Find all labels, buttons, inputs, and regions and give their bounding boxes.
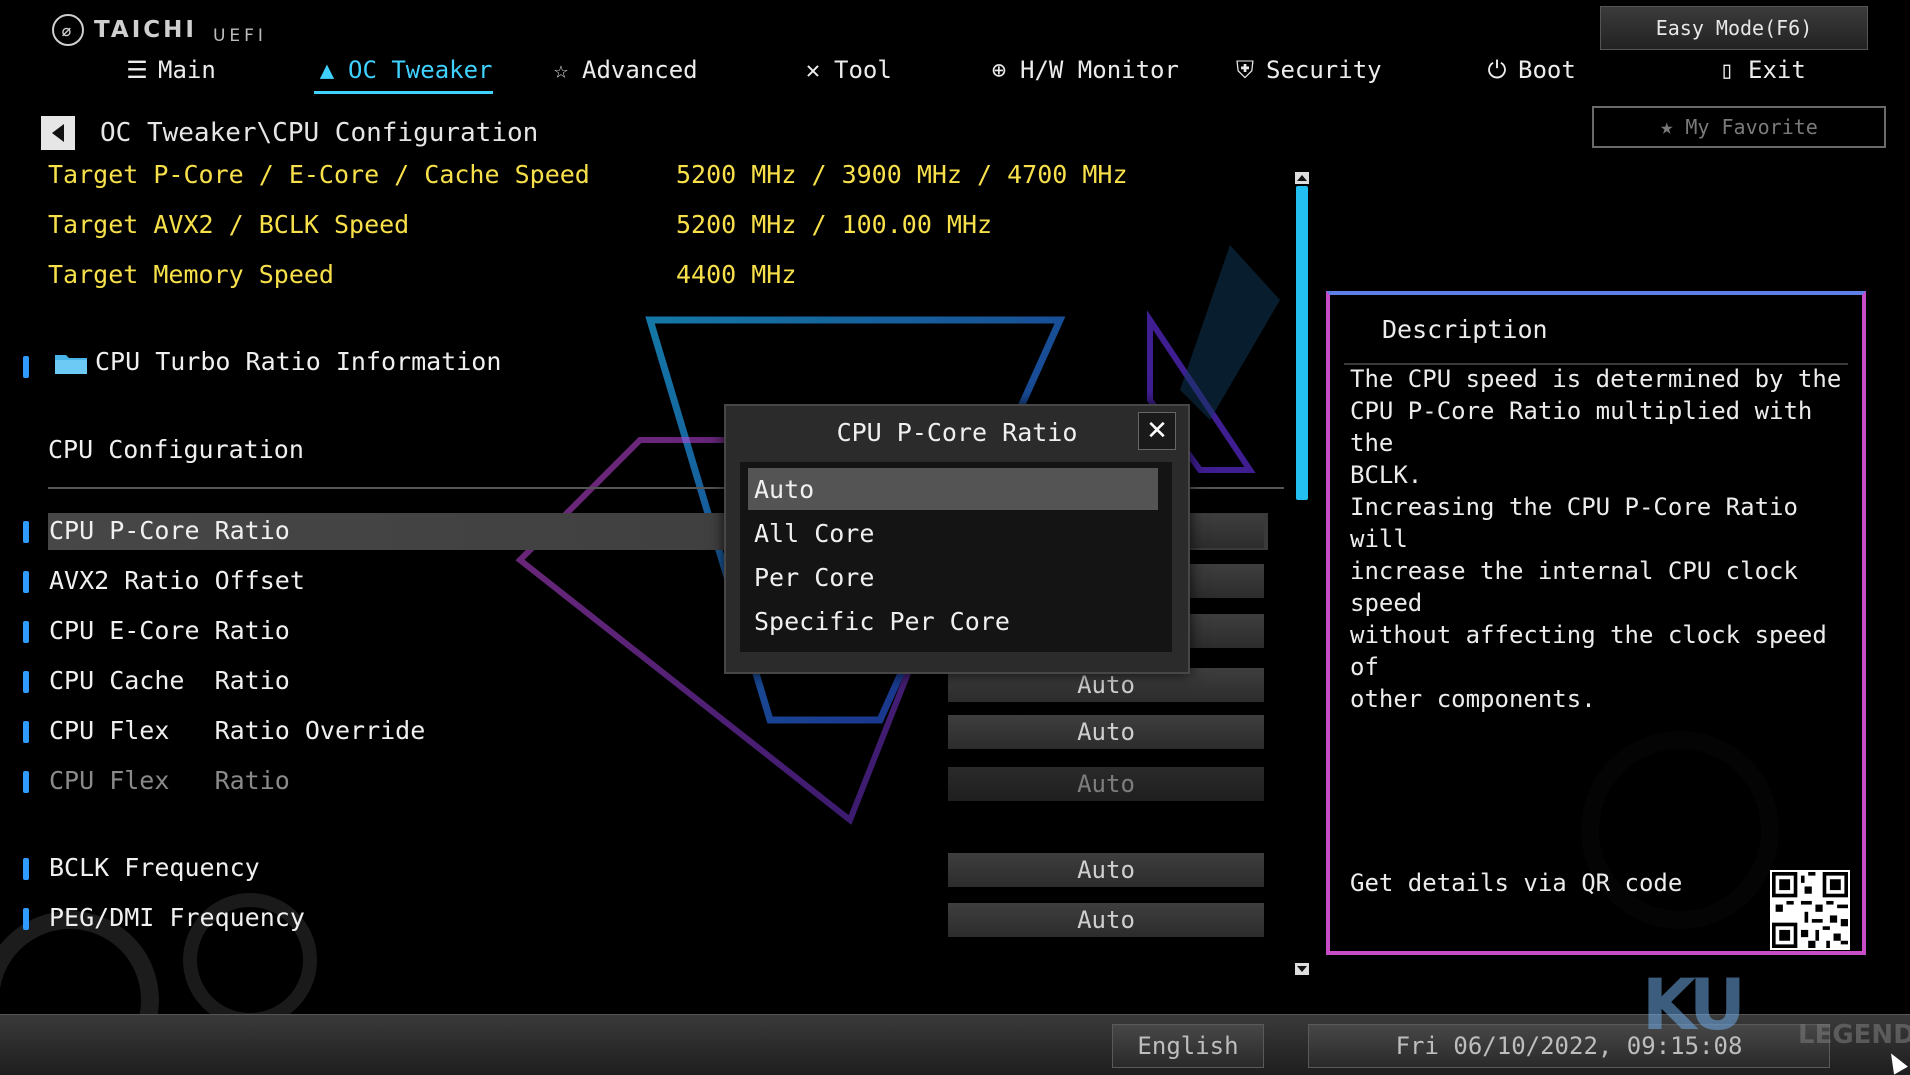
nav-exit[interactable]: ▯ Exit — [1714, 56, 1806, 84]
item-bclk-frequency[interactable]: BCLK Frequency — [49, 853, 260, 882]
bullet-marker — [23, 721, 29, 743]
language-button[interactable]: English — [1112, 1024, 1264, 1068]
watermark-logo: KU — [1642, 964, 1746, 1046]
shield-icon: ⛨ — [1236, 56, 1254, 84]
target-core-speed-label: Target P-Core / E-Core / Cache Speed — [48, 160, 590, 189]
my-favorite-button[interactable]: ★ My Favorite — [1592, 106, 1886, 148]
item-cpu-flex-ratio: CPU Flex Ratio — [49, 766, 290, 795]
door-icon: ▯ — [1719, 56, 1735, 84]
bullet-marker — [23, 621, 29, 643]
my-favorite-label: My Favorite — [1685, 115, 1818, 139]
target-memory-label: Target Memory Speed — [48, 260, 334, 289]
target-core-speed-value: 5200 MHz / 3900 MHz / 4700 MHz — [676, 160, 1128, 189]
close-icon[interactable]: ✕ — [1138, 412, 1176, 450]
nav-security-label: Security — [1266, 56, 1382, 84]
brand-label: TAICHI — [94, 17, 197, 43]
rocket-icon: ▲ — [319, 56, 335, 84]
cpu-turbo-ratio-info-link[interactable]: CPU Turbo Ratio Information — [95, 347, 501, 376]
item-cpu-flex-ratio-override[interactable]: CPU Flex Ratio Override — [49, 716, 425, 745]
item-peg-dmi-frequency[interactable]: PEG/DMI Frequency — [49, 903, 305, 932]
popup-option-list: Auto All Core Per Core Specific Per Core — [740, 462, 1172, 652]
bullet-marker — [23, 858, 29, 880]
scroll-down-arrow[interactable] — [1295, 963, 1309, 975]
nav-exit-label: Exit — [1748, 56, 1806, 84]
item-cpu-p-core-ratio[interactable]: CPU P-Core Ratio — [49, 516, 290, 545]
nav-oc-tweaker[interactable]: ▲ OC Tweaker — [314, 56, 493, 94]
target-memory-value: 4400 MHz — [676, 260, 797, 289]
nav-hw-monitor[interactable]: ⊕ H/W Monitor — [986, 56, 1179, 84]
uefi-label: UEFI — [212, 26, 267, 46]
target-avx2-bclk-label: Target AVX2 / BCLK Speed — [48, 210, 410, 239]
bullet-marker — [23, 908, 29, 930]
folder-icon — [55, 355, 87, 374]
option-specific-per-core[interactable]: Specific Per Core — [748, 600, 1158, 642]
nav-main[interactable]: ☰ Main — [124, 56, 216, 84]
description-panel: Description The CPU speed is determined … — [1326, 291, 1866, 955]
nav-advanced[interactable]: ☆ Advanced — [548, 56, 698, 84]
description-title: Description — [1382, 315, 1548, 344]
bullet-marker — [23, 356, 29, 378]
item-cpu-e-core-ratio[interactable]: CPU E-Core Ratio — [49, 616, 290, 645]
star-icon: ★ — [1660, 114, 1674, 140]
top-nav: ☰ Main ▲ OC Tweaker ☆ Advanced ✕ Tool ⊕ … — [0, 56, 1806, 96]
item-cpu-cache-ratio[interactable]: CPU Cache Ratio — [49, 666, 290, 695]
bullet-marker — [23, 671, 29, 693]
option-all-core[interactable]: All Core — [748, 512, 1158, 554]
item-avx2-ratio-offset[interactable]: AVX2 Ratio Offset — [49, 566, 305, 595]
section-title: CPU Configuration — [48, 435, 304, 464]
taichi-logo: ⌀ TAICHI UEFI — [52, 14, 267, 46]
breadcrumb: OC Tweaker\CPU Configuration — [100, 118, 539, 148]
nav-main-label: Main — [158, 56, 216, 84]
value-cpu-flex-ratio: Auto — [948, 767, 1264, 801]
target-avx2-bclk-value: 5200 MHz / 100.00 MHz — [676, 210, 993, 239]
back-arrow-icon — [52, 124, 64, 142]
description-text: The CPU speed is determined by the CPU P… — [1350, 365, 1842, 713]
nav-tool[interactable]: ✕ Tool — [800, 56, 892, 84]
nav-security[interactable]: ⛨ Security — [1232, 56, 1382, 84]
brand-name: ⌀ TAICHI — [52, 14, 197, 46]
nav-boot[interactable]: ⏻ Boot — [1484, 56, 1576, 84]
crosshair-icon: ⊕ — [991, 56, 1007, 84]
back-button[interactable] — [41, 116, 75, 150]
value-cpu-flex-ratio-override[interactable]: Auto — [948, 715, 1264, 749]
nav-hw-monitor-label: H/W Monitor — [1020, 56, 1179, 84]
popup-title: CPU P-Core Ratio — [836, 418, 1078, 447]
option-per-core[interactable]: Per Core — [748, 556, 1158, 598]
star-icon: ☆ — [553, 56, 569, 84]
nav-oc-tweaker-label: OC Tweaker — [348, 56, 493, 84]
taichi-mark-icon: ⌀ — [52, 14, 84, 46]
wrench-icon: ✕ — [805, 56, 821, 84]
value-peg-dmi-frequency[interactable]: Auto — [948, 903, 1264, 937]
bullet-marker — [23, 771, 29, 793]
value-bclk-frequency[interactable]: Auto — [948, 853, 1264, 887]
nav-tool-label: Tool — [834, 56, 892, 84]
list-icon: ☰ — [126, 56, 148, 84]
bullet-marker — [23, 571, 29, 593]
option-auto[interactable]: Auto — [748, 468, 1158, 510]
bullet-marker — [23, 521, 29, 543]
nav-advanced-label: Advanced — [582, 56, 698, 84]
scroll-up-arrow[interactable] — [1295, 172, 1309, 184]
nav-boot-label: Boot — [1518, 56, 1576, 84]
qr-code-icon — [1770, 870, 1850, 950]
scrollbar-thumb[interactable] — [1296, 186, 1308, 500]
qr-caption: Get details via QR code — [1350, 869, 1683, 897]
cpu-p-core-ratio-popup: CPU P-Core Ratio ✕ Auto All Core Per Cor… — [724, 404, 1190, 674]
easy-mode-button[interactable]: Easy Mode(F6) — [1600, 6, 1868, 50]
watermark-text: LEGEND — [1798, 1020, 1910, 1050]
power-icon: ⏻ — [1487, 56, 1507, 84]
